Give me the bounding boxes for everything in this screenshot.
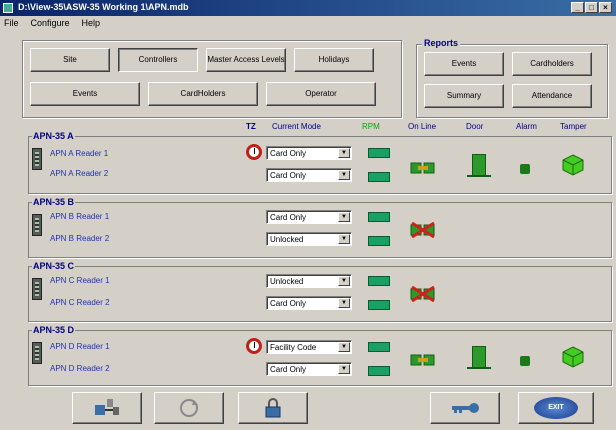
close-button[interactable]: × xyxy=(599,2,612,13)
panel-title: APN-35 B xyxy=(32,197,76,207)
rpm-led xyxy=(368,172,390,182)
exit-icon: EXIT xyxy=(534,397,578,419)
reader-label[interactable]: APN B Reader 1 xyxy=(50,212,109,221)
rpm-led xyxy=(368,148,390,158)
maximize-button[interactable]: □ xyxy=(585,2,598,13)
mode-select[interactable]: Unlocked ▼ xyxy=(266,232,352,246)
col-alarm: Alarm xyxy=(516,122,537,131)
col-current-mode: Current Mode xyxy=(272,122,321,131)
timezone-icon xyxy=(246,338,262,354)
reports-events-button[interactable]: Events xyxy=(424,52,504,76)
rpm-led xyxy=(368,236,390,246)
reader-label[interactable]: APN A Reader 1 xyxy=(50,149,108,158)
col-rpm: RPM xyxy=(362,122,380,131)
reader-icon xyxy=(32,342,42,364)
key-button[interactable] xyxy=(430,392,500,424)
reports-title: Reports xyxy=(422,38,461,48)
timezone-icon xyxy=(246,144,262,160)
master-access-levels-button[interactable]: Master Access Levels xyxy=(206,48,286,72)
reader-icon xyxy=(32,214,42,236)
reader-label[interactable]: APN C Reader 2 xyxy=(50,298,110,307)
menu-file[interactable]: File xyxy=(4,17,19,31)
door-icon xyxy=(467,154,491,177)
chevron-down-icon: ▼ xyxy=(338,212,350,222)
reader-label[interactable]: APN D Reader 1 xyxy=(50,342,110,351)
window-title: D:\View-35\ASW-35 Working 1\APN.mdb xyxy=(18,2,189,12)
chevron-down-icon: ▼ xyxy=(338,342,350,352)
exit-button[interactable]: EXIT xyxy=(518,392,594,424)
panel-title: APN-35 C xyxy=(32,261,76,271)
summary-button[interactable]: Summary xyxy=(424,84,504,108)
lock-icon xyxy=(265,398,281,418)
menu-bar: File Configure Help xyxy=(0,17,616,31)
events-button[interactable]: Events xyxy=(30,82,140,106)
chevron-down-icon: ▼ xyxy=(338,364,350,374)
mode-select[interactable]: Card Only ▼ xyxy=(266,362,352,376)
key-icon xyxy=(452,403,479,413)
offline-icon xyxy=(410,222,435,238)
rpm-led xyxy=(368,212,390,222)
offline-icon xyxy=(410,286,435,302)
app-icon xyxy=(3,3,13,13)
holidays-button[interactable]: Holidays xyxy=(294,48,374,72)
chevron-down-icon: ▼ xyxy=(338,148,350,158)
panel-title: APN-35 D xyxy=(32,325,76,335)
reader-icon xyxy=(32,278,42,300)
refresh-icon xyxy=(180,399,198,417)
mode-select[interactable]: Card Only ▼ xyxy=(266,296,352,310)
rpm-led xyxy=(368,342,390,352)
tamper-icon xyxy=(562,346,584,368)
rpm-led xyxy=(368,276,390,286)
menu-help[interactable]: Help xyxy=(82,17,101,31)
alarm-icon xyxy=(520,356,530,366)
attendance-button[interactable]: Attendance xyxy=(512,84,592,108)
title-bar: D:\View-35\ASW-35 Working 1\APN.mdb _ □ … xyxy=(0,0,616,16)
chevron-down-icon: ▼ xyxy=(338,170,350,180)
chevron-down-icon: ▼ xyxy=(338,298,350,308)
rpm-led xyxy=(368,366,390,376)
rpm-led xyxy=(368,300,390,310)
mode-select[interactable]: Unlocked ▼ xyxy=(266,274,352,288)
mode-select[interactable]: Card Only ▼ xyxy=(266,210,352,224)
col-tamper: Tamper xyxy=(560,122,587,131)
col-on-line: On Line xyxy=(408,122,437,131)
reader-label[interactable]: APN C Reader 1 xyxy=(50,276,110,285)
door-icon xyxy=(467,346,491,369)
chevron-down-icon: ▼ xyxy=(338,234,350,244)
site-button[interactable]: Site xyxy=(30,48,110,72)
controllers-button[interactable]: Controllers xyxy=(118,48,198,72)
col-door: Door xyxy=(466,122,484,131)
reader-icon xyxy=(32,148,42,170)
refresh-button[interactable] xyxy=(154,392,224,424)
cardholders-button[interactable]: CardHolders xyxy=(148,82,258,106)
online-icon xyxy=(410,354,435,366)
chevron-down-icon: ▼ xyxy=(338,276,350,286)
reader-label[interactable]: APN D Reader 2 xyxy=(50,364,110,373)
mode-select[interactable]: Card Only ▼ xyxy=(266,146,352,160)
lock-button[interactable] xyxy=(238,392,308,424)
panel-title: APN-35 A xyxy=(32,131,75,141)
online-icon xyxy=(410,162,435,174)
minimize-button[interactable]: _ xyxy=(571,2,584,13)
reports-cardholders-button[interactable]: Cardholders xyxy=(512,52,592,76)
alarm-icon xyxy=(520,164,530,174)
reader-label[interactable]: APN A Reader 2 xyxy=(50,169,108,178)
reader-label[interactable]: APN B Reader 2 xyxy=(50,234,109,243)
mode-select[interactable]: Facility Code ▼ xyxy=(266,340,352,354)
col-tz: TZ xyxy=(246,122,256,131)
menu-configure[interactable]: Configure xyxy=(31,17,70,31)
tamper-icon xyxy=(562,154,584,176)
mode-select[interactable]: Card Only ▼ xyxy=(266,168,352,182)
connect-icon xyxy=(95,399,119,415)
exit-label: EXIT xyxy=(548,404,564,411)
connect-button[interactable] xyxy=(72,392,142,424)
operator-button[interactable]: Operator xyxy=(266,82,376,106)
